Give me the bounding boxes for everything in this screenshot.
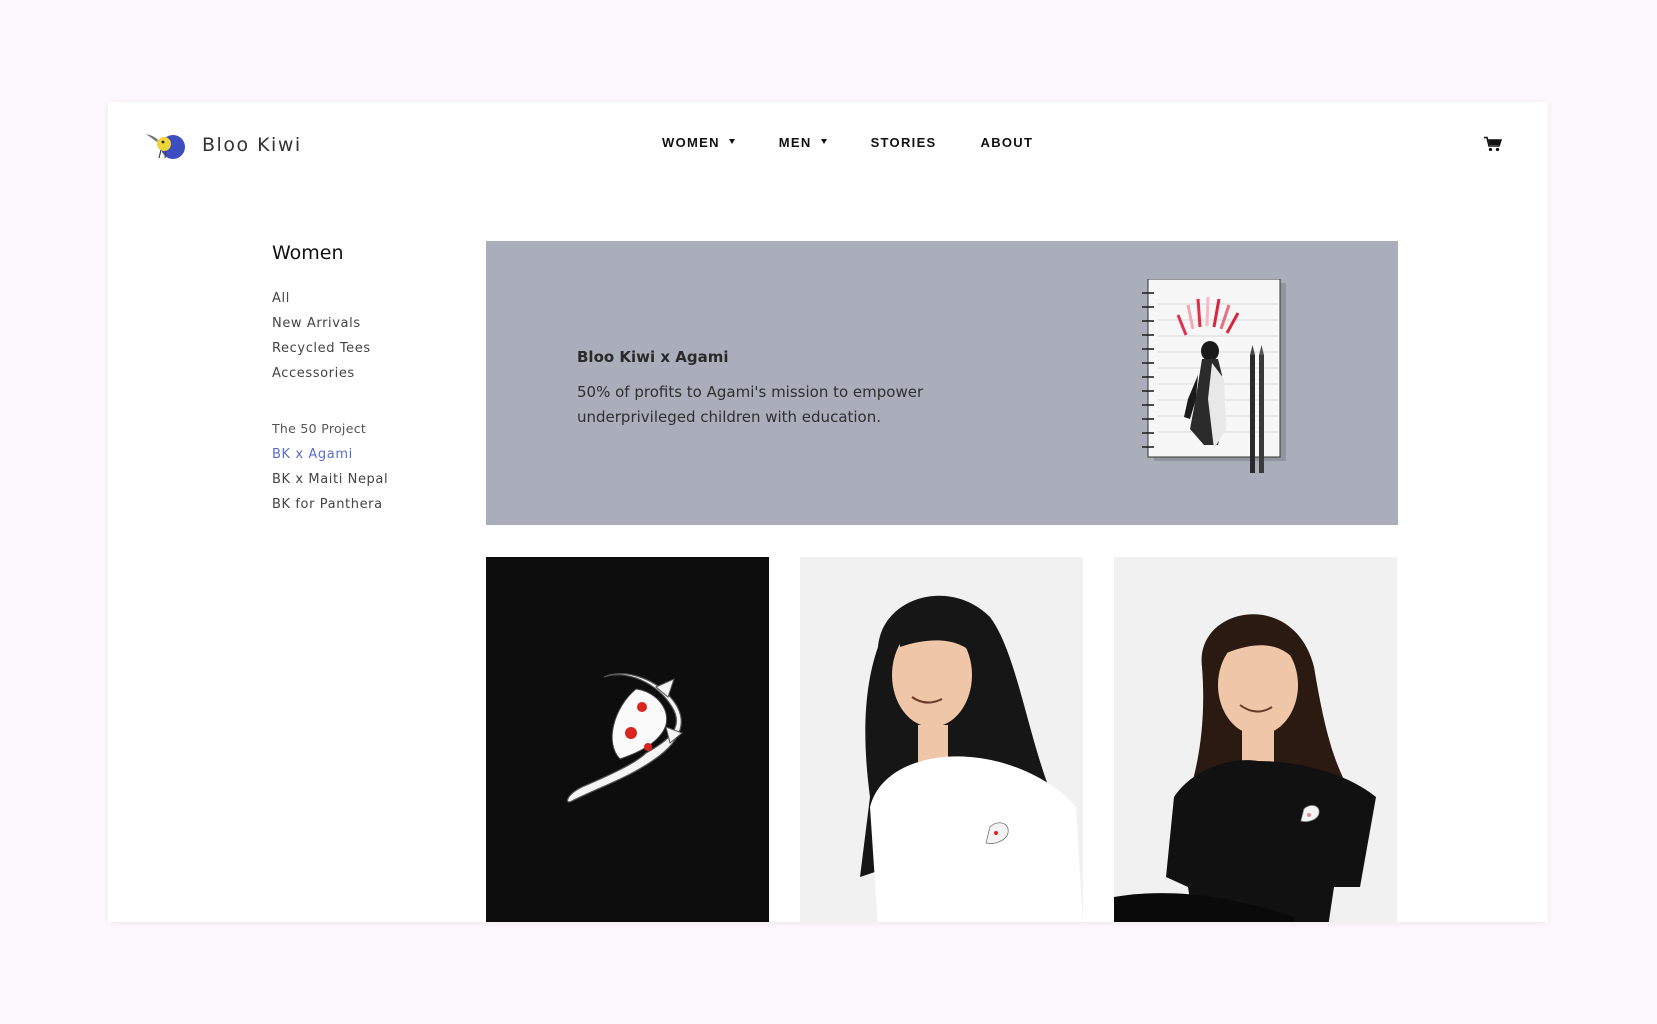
brand-name: Bloo Kiwi xyxy=(202,134,302,156)
sidebar-item-all[interactable]: All xyxy=(272,286,462,311)
category-list: All New Arrivals Recycled Tees Accessori… xyxy=(272,286,462,386)
project-list: The 50 Project BK x Agami BK x Maiti Nep… xyxy=(272,416,462,517)
product-card[interactable] xyxy=(1114,557,1397,922)
banner-description: 50% of profits to Agami's mission to emp… xyxy=(577,383,924,426)
notebook-illustration xyxy=(1142,279,1286,473)
cart-icon[interactable] xyxy=(1484,136,1502,152)
project-heading: The 50 Project xyxy=(272,421,367,436)
sidebar-item-recycled-tees[interactable]: Recycled Tees xyxy=(272,336,462,361)
nav-men-label: MEN xyxy=(778,135,812,150)
sidebar-title: Women xyxy=(272,242,344,264)
white-koi-tee-image xyxy=(800,557,1083,922)
chevron-down-icon xyxy=(728,138,735,144)
collection-banner: Bloo Kiwi x Agami 50% of profits to Agam… xyxy=(486,241,1398,525)
nav-stories[interactable]: STORIES xyxy=(871,135,937,150)
kiwi-bird-icon xyxy=(146,134,185,159)
sidebar-item-bk-agami[interactable]: BK x Agami xyxy=(272,442,462,467)
sidebar-item-bk-maiti-nepal[interactable]: BK x Maiti Nepal xyxy=(272,467,462,492)
nav-men[interactable]: MEN xyxy=(779,135,827,150)
product-card[interactable] xyxy=(486,557,769,922)
nav-stories-label: STORIES xyxy=(870,135,937,150)
black-koi-tee-image xyxy=(1114,557,1397,922)
chevron-down-icon xyxy=(820,138,827,144)
site-frame: Bloo Kiwi WOMEN MEN STORIES ABOUT Women … xyxy=(108,102,1548,922)
sidebar-item-bk-panthera[interactable]: BK for Panthera xyxy=(272,492,462,517)
nav-about[interactable]: ABOUT xyxy=(981,135,1034,150)
sidebar-item-new-arrivals[interactable]: New Arrivals xyxy=(272,311,462,336)
category-sidebar: Women All New Arrivals Recycled Tees Acc… xyxy=(272,242,462,517)
main-nav: WOMEN MEN STORIES ABOUT xyxy=(662,135,1033,150)
koi-patch-image xyxy=(486,557,769,922)
nav-women[interactable]: WOMEN xyxy=(662,135,735,150)
nav-about-label: ABOUT xyxy=(980,135,1034,150)
sidebar-item-accessories[interactable]: Accessories xyxy=(272,361,462,386)
nav-women-label: WOMEN xyxy=(662,135,720,150)
brand-logo[interactable]: Bloo Kiwi xyxy=(144,130,302,160)
product-card[interactable] xyxy=(800,557,1083,922)
banner-title: Bloo Kiwi x Agami xyxy=(577,348,729,366)
